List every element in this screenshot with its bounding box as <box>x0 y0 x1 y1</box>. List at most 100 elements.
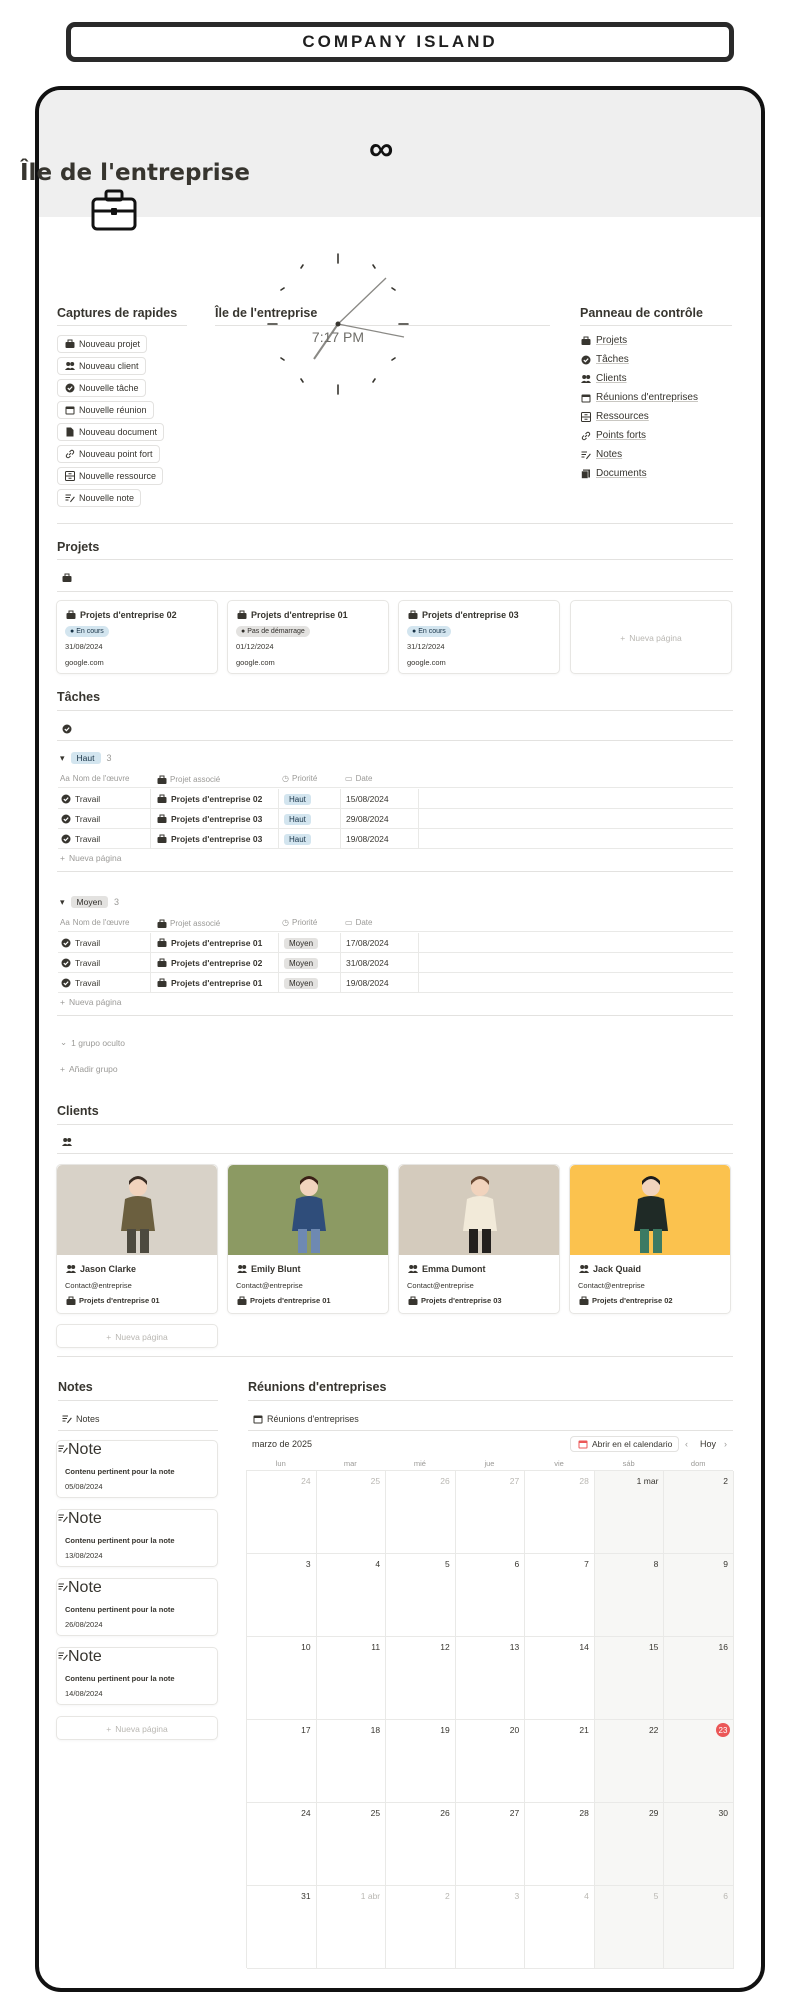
next-month-button[interactable]: › <box>724 1439 727 1449</box>
prev-month-button[interactable]: ‹ <box>685 1439 688 1449</box>
new-page-link[interactable]: + Nueva página <box>57 1724 217 1734</box>
calendar-day[interactable]: 24 <box>247 1471 317 1554</box>
project-card[interactable]: Projets d'entreprise 02 ● En cours 31/08/2… <box>56 600 218 674</box>
users-icon[interactable] <box>61 1136 72 1147</box>
table-row[interactable]: Travail Projets d'entreprise 03 Haut 19/08/… <box>58 829 733 849</box>
panel-link-2[interactable]: Clients <box>580 373 627 384</box>
calendar-day[interactable]: 10 <box>247 1637 317 1720</box>
calendar-day[interactable]: 2 <box>664 1471 734 1554</box>
quick-button-5[interactable]: Nouveau point fort <box>57 445 160 463</box>
note-card[interactable]: Note Contenu pertinent pour la note 13/08/… <box>56 1509 218 1567</box>
panel-link-6[interactable]: Notes <box>580 449 622 460</box>
calendar-day[interactable]: 7 <box>525 1554 595 1637</box>
note-card[interactable]: Note Contenu pertinent pour la note 05/08/… <box>56 1440 218 1498</box>
calendar-day[interactable]: 24 <box>247 1803 317 1886</box>
quick-button-7[interactable]: Nouvelle note <box>57 489 142 507</box>
table-row[interactable]: Travail Projets d'entreprise 02 Moyen 31/08… <box>58 953 733 973</box>
calendar-day[interactable]: 1 mar <box>594 1471 665 1554</box>
calendar-day[interactable]: 28 <box>525 1471 595 1554</box>
table-row[interactable]: Travail Projets d'entreprise 02 Haut 15/08/… <box>58 789 733 809</box>
new-page-link[interactable]: + Nueva página <box>571 633 731 643</box>
calendar-day[interactable]: 5 <box>594 1886 665 1969</box>
panel-link-4[interactable]: Ressources <box>580 411 649 422</box>
calendar-day[interactable]: 8 <box>594 1554 665 1637</box>
calendar-day[interactable]: 13 <box>455 1637 526 1720</box>
open-calendar-button[interactable]: Abrir en el calendario <box>570 1436 680 1452</box>
calendar-day[interactable]: 19 <box>386 1720 456 1803</box>
panel-link-3[interactable]: Réunions d'entreprises <box>580 392 698 403</box>
client-card[interactable]: Emily Blunt Contact@entreprise Projets d'e… <box>227 1164 389 1314</box>
briefcase-icon[interactable] <box>61 572 72 583</box>
calendar-day[interactable]: 27 <box>455 1803 526 1886</box>
client-project[interactable]: Projets d'entreprise 01 <box>236 1295 331 1306</box>
new-project-card[interactable]: + Nueva página <box>570 600 732 674</box>
project-url[interactable]: google.com <box>65 658 104 667</box>
calendar-day[interactable]: 5 <box>386 1554 456 1637</box>
calendar-day[interactable]: 22 <box>594 1720 665 1803</box>
notes-view-tab[interactable]: Notes <box>61 1413 100 1424</box>
client-project[interactable]: Projets d'entreprise 03 <box>407 1295 502 1306</box>
client-card[interactable]: Emma Dumont Contact@entreprise Projets d'e… <box>398 1164 560 1314</box>
calendar-day[interactable]: 17 <box>247 1720 317 1803</box>
client-card[interactable]: Jack Quaid Contact@entreprise Projets d'en… <box>569 1164 731 1314</box>
today-button[interactable]: Hoy <box>700 1439 716 1449</box>
new-task-link[interactable]: + Nueva página <box>60 997 121 1007</box>
table-row[interactable]: Travail Projets d'entreprise 01 Moyen 17/08… <box>58 933 733 953</box>
calendar-day[interactable]: 3 <box>247 1554 317 1637</box>
table-row[interactable]: Travail Projets d'entreprise 01 Moyen 19/08… <box>58 973 733 993</box>
calendar-day[interactable]: 11 <box>316 1637 387 1720</box>
calendar-day[interactable]: 2 <box>386 1886 456 1969</box>
calendar-view-tab[interactable]: Réunions d'entreprises <box>252 1413 359 1424</box>
panel-link-7[interactable]: Documents <box>580 468 647 479</box>
quick-button-4[interactable]: Nouveau document <box>57 423 165 441</box>
task-group-header[interactable]: ▾ Haut 3 <box>60 752 112 764</box>
calendar-day[interactable]: 31 <box>247 1886 317 1969</box>
table-row[interactable]: Travail Projets d'entreprise 03 Haut 29/08/… <box>58 809 733 829</box>
calendar-day[interactable]: 26 <box>386 1803 456 1886</box>
calendar-day[interactable]: 16 <box>664 1637 734 1720</box>
client-project[interactable]: Projets d'entreprise 01 <box>65 1295 160 1306</box>
calendar-day[interactable]: 3 <box>455 1886 526 1969</box>
calendar-day[interactable]: 26 <box>386 1471 456 1554</box>
new-page-link[interactable]: + Nueva página <box>57 1332 217 1342</box>
calendar-day[interactable]: 6 <box>664 1886 734 1969</box>
quick-button-0[interactable]: Nouveau projet <box>57 335 148 353</box>
quick-button-1[interactable]: Nouveau client <box>57 357 146 375</box>
project-url[interactable]: google.com <box>236 658 275 667</box>
add-group-button[interactable]: + Añadir grupo <box>60 1064 118 1074</box>
calendar-day[interactable]: 25 <box>316 1803 387 1886</box>
client-project[interactable]: Projets d'entreprise 02 <box>578 1295 673 1306</box>
calendar-day[interactable]: 29 <box>594 1803 665 1886</box>
calendar-day[interactable]: 25 <box>316 1471 387 1554</box>
new-task-link[interactable]: + Nueva página <box>60 853 121 863</box>
check-circle-icon[interactable] <box>61 723 72 734</box>
panel-link-0[interactable]: Projets <box>580 335 627 346</box>
project-url[interactable]: google.com <box>407 658 446 667</box>
calendar-day[interactable]: 18 <box>316 1720 387 1803</box>
calendar-day[interactable]: 1 abr <box>316 1886 387 1969</box>
calendar-day[interactable]: 30 <box>664 1803 734 1886</box>
calendar-day[interactable]: 28 <box>525 1803 595 1886</box>
note-card[interactable]: Note Contenu pertinent pour la note 26/08/… <box>56 1578 218 1636</box>
new-client-card[interactable]: + Nueva página <box>56 1324 218 1348</box>
project-card[interactable]: Projets d'entreprise 03 ● En cours 31/12/2… <box>398 600 560 674</box>
quick-button-6[interactable]: Nouvelle ressource <box>57 467 164 485</box>
note-card[interactable]: Note Contenu pertinent pour la note 14/08/… <box>56 1647 218 1705</box>
client-card[interactable]: Jason Clarke Contact@entreprise Projets d'… <box>56 1164 218 1314</box>
calendar-day[interactable]: 20 <box>455 1720 526 1803</box>
calendar-day[interactable]: 6 <box>455 1554 526 1637</box>
panel-link-5[interactable]: Points forts <box>580 430 646 441</box>
new-note-card[interactable]: + Nueva página <box>56 1716 218 1740</box>
calendar-day[interactable]: 4 <box>525 1886 595 1969</box>
panel-link-1[interactable]: Tâches <box>580 354 629 365</box>
calendar-day[interactable]: 9 <box>664 1554 734 1637</box>
calendar-day[interactable]: 27 <box>455 1471 526 1554</box>
calendar-day[interactable]: 21 <box>525 1720 595 1803</box>
calendar-day[interactable]: 23 <box>664 1720 734 1803</box>
quick-button-3[interactable]: Nouvelle réunion <box>57 401 154 419</box>
project-card[interactable]: Projets d'entreprise 01 ● Pas de démarrag… <box>227 600 389 674</box>
quick-button-2[interactable]: Nouvelle tâche <box>57 379 146 397</box>
task-group-header[interactable]: ▾ Moyen 3 <box>60 896 119 908</box>
calendar-day[interactable]: 12 <box>386 1637 456 1720</box>
hidden-group-toggle[interactable]: ⌄ 1 grupo oculto <box>60 1037 125 1048</box>
